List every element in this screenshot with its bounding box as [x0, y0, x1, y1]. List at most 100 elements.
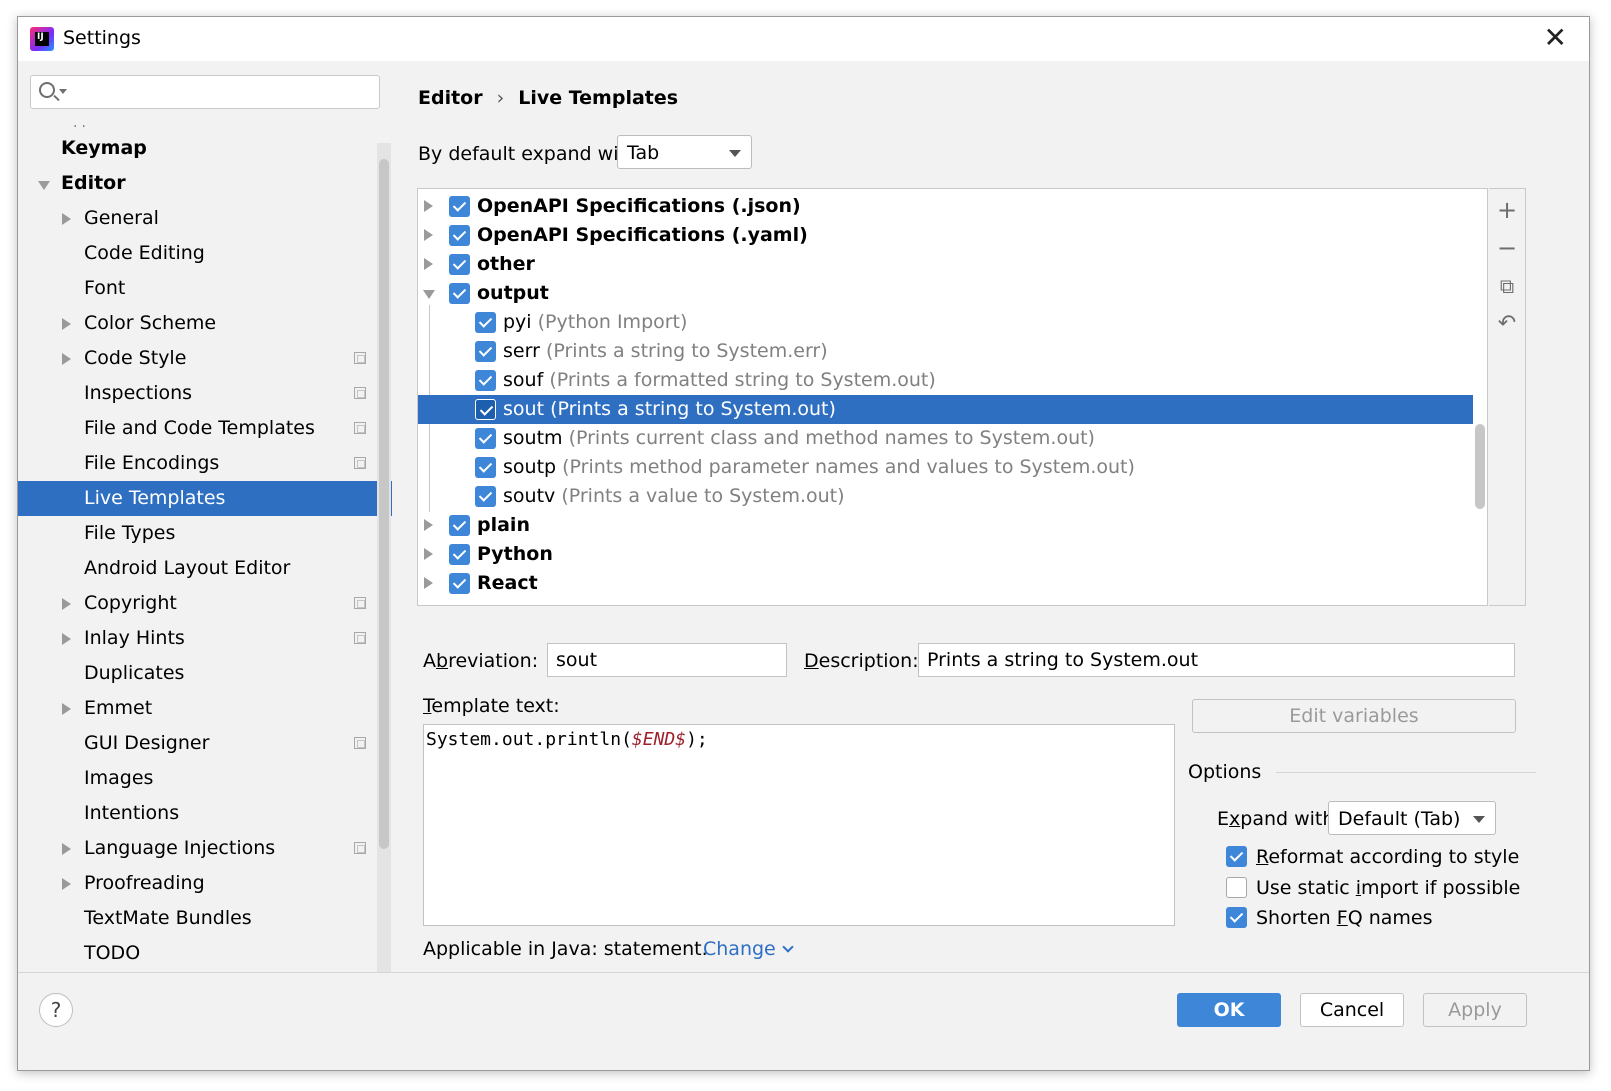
expand-arrow-right-icon[interactable]	[424, 577, 433, 589]
sidebar-item-file-encodings[interactable]: File Encodings	[18, 446, 378, 481]
template-item-soutp[interactable]: soutp (Prints method parameter names and…	[418, 453, 1487, 482]
sidebar-item-editor[interactable]: Editor	[18, 166, 378, 201]
abbreviation-input[interactable]	[556, 649, 783, 671]
expand-arrow-right-icon[interactable]	[424, 548, 433, 560]
sidebar-item-android-layout-editor[interactable]: Android Layout Editor	[18, 551, 378, 586]
sidebar-item-general[interactable]: General	[18, 201, 378, 236]
template-checkbox[interactable]	[475, 486, 496, 507]
template-item-soutm[interactable]: soutm (Prints current class and method n…	[418, 424, 1487, 453]
template-abbreviation: sout	[503, 398, 545, 420]
template-item-souf[interactable]: souf (Prints a formatted string to Syste…	[418, 366, 1487, 395]
template-checkbox[interactable]	[449, 254, 470, 275]
expand-arrow-right-icon[interactable]	[62, 598, 71, 610]
sidebar-item-keymap[interactable]: Keymap	[18, 131, 378, 166]
description-field[interactable]	[918, 643, 1515, 677]
edit-variables-button[interactable]: Edit variables	[1192, 699, 1516, 733]
sidebar-item-color-scheme[interactable]: Color Scheme	[18, 306, 378, 341]
sidebar-item-inlay-hints[interactable]: Inlay Hints	[18, 621, 378, 656]
apply-button[interactable]: Apply	[1423, 993, 1527, 1027]
close-icon[interactable]: ✕	[1544, 21, 1567, 54]
template-group-openapi-specifications-json-[interactable]: OpenAPI Specifications (.json)	[418, 192, 1487, 221]
sidebar-item-copyright[interactable]: Copyright	[18, 586, 378, 621]
template-checkbox[interactable]	[475, 457, 496, 478]
expand-arrow-right-icon[interactable]	[62, 353, 71, 365]
template-item-pyi[interactable]: pyi (Python Import)	[418, 308, 1487, 337]
template-checkbox[interactable]	[449, 283, 470, 304]
shorten-fq-checkbox[interactable]	[1226, 907, 1247, 928]
copy-icon[interactable]: ⧉	[1489, 271, 1525, 301]
sidebar-item-language-injections[interactable]: Language Injections	[18, 831, 378, 866]
template-checkbox[interactable]	[449, 515, 470, 536]
description-input[interactable]	[927, 649, 1493, 671]
remove-icon[interactable]: −	[1489, 233, 1525, 263]
expand-with-label: Expand with	[1217, 808, 1334, 830]
static-import-checkbox[interactable]	[1226, 877, 1247, 898]
templates-scrollbar[interactable]	[1473, 189, 1487, 605]
sidebar-item-duplicates[interactable]: Duplicates	[18, 656, 378, 691]
sidebar-item-textmate-bundles[interactable]: TextMate Bundles	[18, 901, 378, 936]
cancel-button[interactable]: Cancel	[1300, 993, 1404, 1027]
revert-icon[interactable]: ↶	[1489, 309, 1525, 339]
template-group-other[interactable]: other	[418, 250, 1487, 279]
default-expand-select[interactable]: Tab	[617, 135, 752, 169]
template-item-soutv[interactable]: soutv (Prints a value to System.out)	[418, 482, 1487, 511]
expand-arrow-down-icon[interactable]	[38, 181, 50, 190]
template-checkbox[interactable]	[449, 573, 470, 594]
expand-arrow-right-icon[interactable]	[424, 200, 433, 212]
expand-arrow-right-icon[interactable]	[424, 258, 433, 270]
template-group-react[interactable]: React	[418, 569, 1487, 598]
search-field[interactable]	[30, 75, 380, 109]
sidebar-item-file-and-code-templates[interactable]: File and Code Templates	[18, 411, 378, 446]
sidebar-item-code-style[interactable]: Code Style	[18, 341, 378, 376]
sidebar-item-file-types[interactable]: File Types	[18, 516, 378, 551]
sidebar-item-font[interactable]: Font	[18, 271, 378, 306]
ok-button[interactable]: OK	[1177, 993, 1281, 1027]
change-context-link[interactable]: Change	[703, 938, 794, 960]
template-group-output[interactable]: output	[418, 279, 1487, 308]
expand-arrow-right-icon[interactable]	[62, 318, 71, 330]
sidebar-item-emmet[interactable]: Emmet	[18, 691, 378, 726]
sidebar-item-inspections[interactable]: Inspections	[18, 376, 378, 411]
template-group-openapi-specifications-yaml-[interactable]: OpenAPI Specifications (.yaml)	[418, 221, 1487, 250]
sidebar-item-todo[interactable]: TODO	[18, 936, 378, 971]
expand-arrow-right-icon[interactable]	[62, 213, 71, 225]
sidebar-item-code-editing[interactable]: Code Editing	[18, 236, 378, 271]
template-group-plain[interactable]: plain	[418, 511, 1487, 540]
template-checkbox[interactable]	[475, 428, 496, 449]
sidebar-item-label: Color Scheme	[84, 312, 217, 334]
expand-arrow-right-icon[interactable]	[424, 519, 433, 531]
template-checkbox[interactable]	[449, 225, 470, 246]
template-checkbox[interactable]	[475, 312, 496, 333]
expand-arrow-right-icon[interactable]	[62, 843, 71, 855]
template-text-editor[interactable]: System.out.println($END$);	[423, 724, 1175, 926]
expand-arrow-down-icon[interactable]	[423, 290, 435, 299]
template-checkbox[interactable]	[475, 341, 496, 362]
template-checkbox[interactable]	[449, 544, 470, 565]
sidebar-item-images[interactable]: Images	[18, 761, 378, 796]
sidebar-item-gui-designer[interactable]: GUI Designer	[18, 726, 378, 761]
template-item-serr[interactable]: serr (Prints a string to System.err)	[418, 337, 1487, 366]
template-group-python[interactable]: Python	[418, 540, 1487, 569]
sidebar-scrollbar-thumb[interactable]	[379, 159, 389, 849]
search-input[interactable]	[71, 80, 371, 104]
template-checkbox[interactable]	[475, 370, 496, 391]
expand-arrow-right-icon[interactable]	[62, 878, 71, 890]
template-item-sout[interactable]: sout (Prints a string to System.out)	[418, 395, 1487, 424]
breadcrumb-parent[interactable]: Editor	[418, 87, 483, 109]
template-checkbox[interactable]	[449, 196, 470, 217]
expand-arrow-right-icon[interactable]	[62, 703, 71, 715]
template-description: (Prints current class and method names t…	[568, 427, 1095, 449]
reformat-checkbox[interactable]	[1226, 846, 1247, 867]
template-name: souf (Prints a formatted string to Syste…	[503, 366, 936, 395]
templates-scrollbar-thumb[interactable]	[1475, 424, 1485, 509]
expand-arrow-right-icon[interactable]	[62, 633, 71, 645]
expand-arrow-right-icon[interactable]	[424, 229, 433, 241]
sidebar-item-live-templates[interactable]: Live Templates	[18, 481, 392, 516]
help-icon[interactable]: ?	[39, 993, 73, 1027]
add-icon[interactable]: +	[1489, 195, 1525, 225]
template-checkbox[interactable]	[475, 399, 496, 420]
sidebar-item-intentions[interactable]: Intentions	[18, 796, 378, 831]
abbreviation-field[interactable]	[547, 643, 787, 677]
sidebar-item-proofreading[interactable]: Proofreading	[18, 866, 378, 901]
expand-with-select[interactable]: Default (Tab)	[1328, 801, 1496, 835]
